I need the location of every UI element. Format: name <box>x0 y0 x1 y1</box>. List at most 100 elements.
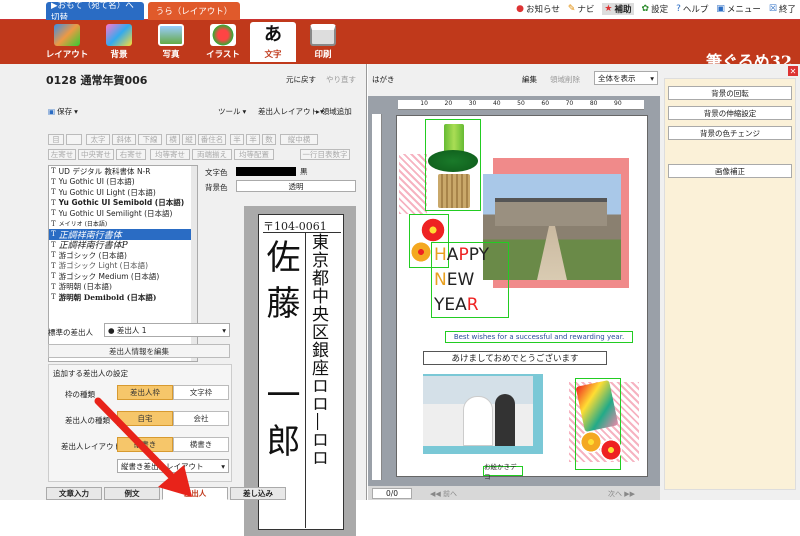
fmt-btn[interactable]: 半 <box>230 134 244 145</box>
next-button[interactable]: 次へ ▶▶ <box>608 489 635 499</box>
frame-type-label: 枠の種類 <box>65 390 95 399</box>
gear-icon: ✿ <box>641 4 650 14</box>
exit-link[interactable]: ☒ 終了 <box>769 3 796 15</box>
postcard-canvas[interactable]: HAPPY NEW YEAR Best wishes for a success… <box>396 115 648 481</box>
notice-link[interactable]: ● お知らせ <box>516 3 560 15</box>
font-item[interactable]: T Yu Gothic UI Semibold (日本語) <box>49 198 197 209</box>
font-item[interactable]: T Yu Gothic UI Light (日本語) <box>49 187 197 198</box>
view-select[interactable]: 全体を表示 ▾ <box>594 71 658 85</box>
ribbon-print[interactable]: 印刷 <box>300 22 346 62</box>
truetype-icon: T <box>51 188 56 197</box>
chevron-down-icon: ▾ <box>242 107 247 116</box>
prev-button[interactable]: ◀◀ 前へ <box>430 489 457 499</box>
navi-link[interactable]: ✎ ナビ <box>568 3 595 15</box>
rotate-background-button[interactable]: 背景の回転 <box>668 86 792 100</box>
first-line-number-button[interactable]: 一行目表数字 <box>300 149 350 160</box>
horizontal-ruler: 10 20 30 40 50 60 70 80 90 <box>398 100 644 110</box>
std-sender-select[interactable]: ● 差出人 1 ▾ <box>104 323 230 337</box>
help-link[interactable]: ? ヘルプ <box>676 3 708 15</box>
font-item[interactable]: T UD デジタル 教科書体 N-R <box>49 166 197 177</box>
undo-button[interactable]: 元に戻す <box>286 74 316 85</box>
font-item[interactable]: T 游ゴシック Medium (日本語) <box>49 271 197 282</box>
even-align-button[interactable]: 均等寄せ <box>150 149 190 160</box>
truetype-icon: T <box>51 261 56 270</box>
tab-merge[interactable]: 差し込み <box>230 487 286 500</box>
image-correction-button[interactable]: 画像補正 <box>668 164 792 178</box>
page-counter: 0/0 <box>372 488 412 499</box>
switch-front-tab[interactable]: ▶おもて（宛て名）へ切替 <box>46 1 144 23</box>
chevron-down-icon: ▾ <box>221 461 225 471</box>
sender-card[interactable]: 〒104-0061 東京都中央区銀座ロロ―ロロ 佐藤 一郎 <box>258 214 344 530</box>
greeting-text[interactable]: あけましておめでとうございます <box>423 351 607 365</box>
fmt-btn[interactable]: 目 <box>48 134 64 145</box>
font-item[interactable]: T 游ゴシック (日本語) <box>49 250 197 261</box>
fmt-btn[interactable]: 半 <box>246 134 260 145</box>
fmt-btn[interactable]: 番住名 <box>198 134 226 145</box>
distribute-button[interactable]: 均等配置 <box>234 149 274 160</box>
hagoita-illustration[interactable] <box>575 378 622 470</box>
save-icon: ▣ <box>48 107 56 116</box>
align-right-button[interactable]: 右寄せ <box>116 149 146 160</box>
add-settings-label: 追加する差出人の設定 <box>53 369 128 378</box>
back-layout-tab[interactable]: うら（レイアウト） <box>148 2 240 20</box>
help-icon: ? <box>676 4 681 14</box>
font-item[interactable]: T 游明朝 (日本語) <box>49 282 197 293</box>
stretch-background-button[interactable]: 背景の伸縮設定 <box>668 106 792 120</box>
ribbon-text[interactable]: あ 文字 <box>250 22 296 62</box>
format-row-2: 左寄せ 中央寄せ 右寄せ 均等寄せ 両端揃え 均等配置 一行目表数字 <box>48 149 364 161</box>
edit-sender-button[interactable]: 差出人情報を編集 <box>48 344 230 358</box>
plus-icon: ▸ <box>316 107 320 116</box>
underline-button[interactable]: 下線 <box>138 134 162 145</box>
fmt-btn[interactable]: 数 <box>262 134 276 145</box>
truetype-icon: T <box>51 251 56 260</box>
groom-icon <box>495 394 515 446</box>
sender-layout-menu[interactable]: 差出人レイアウト ▾ <box>258 106 324 117</box>
bg-color-picker[interactable]: 透明 <box>236 180 356 192</box>
font-item[interactable]: T Yu Gothic UI (日本語) <box>49 177 197 188</box>
wishes-text[interactable]: Best wishes for a successful and rewardi… <box>445 331 633 343</box>
happy-new-year-text[interactable]: HAPPY NEW YEAR <box>431 242 509 318</box>
navi-icon: ✎ <box>567 4 576 14</box>
new-line: NEW <box>434 270 475 290</box>
close-icon[interactable]: ✕ <box>788 66 798 76</box>
vertical-button[interactable]: 縦 <box>182 134 196 145</box>
group-photo[interactable] <box>423 376 533 446</box>
ribbon-layout[interactable]: レイアウト <box>44 22 90 62</box>
tool-menu[interactable]: ツール ▾ <box>218 106 246 117</box>
area-delete-button[interactable]: 領域削除 <box>550 74 580 85</box>
font-item[interactable]: T 正調祥南行書体P <box>49 240 197 252</box>
font-item[interactable]: T 游ゴシック Light (日本語) <box>49 261 197 272</box>
font-item[interactable]: T Yu Gothic UI Semilight (日本語) <box>49 208 197 219</box>
menu-icon: ▣ <box>716 4 725 14</box>
tatechuyoko-button[interactable]: 縦中横 <box>280 134 318 145</box>
align-left-button[interactable]: 左寄せ <box>48 149 76 160</box>
italic-button[interactable]: 斜体 <box>112 134 136 145</box>
background-side-panel: ✕ 背景の回転 背景の伸縮設定 背景の色チェンジ 画像補正 <box>660 64 800 500</box>
ribbon-illustration[interactable]: イラスト <box>200 22 246 62</box>
text-color-picker[interactable]: 黒 <box>236 166 356 177</box>
kadomatsu-illustration[interactable] <box>425 119 481 211</box>
fmt-btn[interactable] <box>66 134 82 145</box>
bride-icon <box>463 396 493 446</box>
format-row-1: 目 太字 斜体 下線 横 縦 番住名 半 半 数 縦中横 <box>48 134 364 146</box>
photo-caption[interactable]: お絵かきデコ <box>483 463 523 481</box>
align-center-button[interactable]: 中央寄せ <box>78 149 114 160</box>
horizontal-button[interactable]: 横 <box>166 134 180 145</box>
settings-link[interactable]: ✿ 設定 <box>642 3 669 15</box>
ribbon-photo[interactable]: 写真 <box>148 22 194 62</box>
ribbon-background[interactable]: 背景 <box>96 22 142 62</box>
menu-link[interactable]: ▣ メニュー <box>716 3 761 15</box>
change-bg-color-button[interactable]: 背景の色チェンジ <box>668 126 792 140</box>
std-sender-label: 標準の差出人 <box>48 328 93 337</box>
area-add-button[interactable]: ▸ 領域追加 <box>316 106 352 117</box>
truetype-icon: T <box>51 272 56 281</box>
justify-button[interactable]: 両端揃え <box>192 149 232 160</box>
save-button[interactable]: ▣ 保存 ▾ <box>48 106 78 117</box>
redo-button[interactable]: やり直す <box>326 74 356 85</box>
bold-button[interactable]: 太字 <box>86 134 110 145</box>
assist-link[interactable]: ★ 補助 <box>602 3 634 15</box>
layout-icon <box>54 24 80 46</box>
palace-icon <box>495 198 607 226</box>
edit-menu[interactable]: 編集 <box>522 74 537 85</box>
font-item[interactable]: T 游明朝 Demibold (日本語) <box>49 292 197 303</box>
